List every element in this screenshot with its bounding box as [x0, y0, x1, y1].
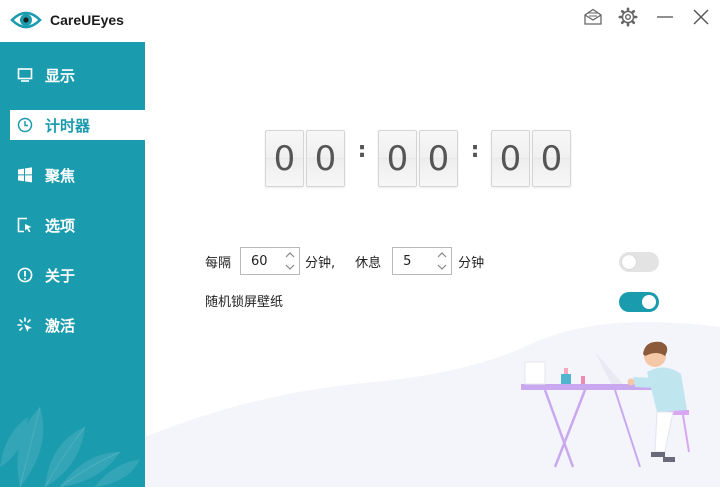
rest-label: 休息	[355, 255, 382, 271]
minimize-icon	[657, 16, 673, 18]
wallpaper-toggle[interactable]	[619, 292, 659, 312]
interval-up-button[interactable]	[283, 249, 297, 261]
chevron-down-icon	[285, 264, 295, 270]
clock-digit: 0	[532, 130, 571, 187]
clock-digit: 0	[491, 130, 530, 187]
minimize-button[interactable]	[652, 6, 678, 28]
close-button[interactable]	[688, 6, 714, 28]
interval-down-button[interactable]	[283, 261, 297, 273]
leaf-decoration	[0, 406, 140, 487]
interval-row: 每隔 60 分钟, 休息 5 分钟	[205, 247, 484, 275]
rest-unit: 分钟	[458, 255, 485, 271]
sidebar-item-display[interactable]: 显示	[10, 60, 145, 90]
close-icon	[693, 9, 709, 25]
clock-digit: 0	[378, 130, 417, 187]
sparkle-icon	[16, 316, 34, 334]
sidebar-item-timer[interactable]: 计时器	[10, 110, 145, 140]
wallpaper-row: 随机锁屏壁纸	[205, 286, 283, 314]
sidebar-item-label: 激活	[45, 316, 76, 335]
chevron-up-icon	[285, 252, 295, 258]
clock-digit: 0	[419, 130, 458, 187]
clock-icon	[16, 116, 34, 134]
interval-unit: 分钟,	[305, 255, 336, 271]
rest-down-button[interactable]	[435, 261, 449, 273]
clock-separator: :	[470, 138, 480, 163]
rest-value[interactable]: 5	[403, 254, 411, 269]
sidebar-item-label: 聚焦	[45, 166, 76, 185]
eye-icon	[10, 8, 42, 32]
sidebar-item-about[interactable]: 关于	[10, 260, 145, 290]
rest-stepper[interactable]: 5	[392, 247, 453, 275]
settings-button[interactable]	[615, 6, 641, 28]
clock-digit: 0	[265, 130, 304, 187]
chevron-up-icon	[437, 252, 447, 258]
monitor-icon	[16, 66, 34, 84]
toggle-knob	[622, 255, 636, 269]
interval-value[interactable]: 60	[251, 254, 268, 269]
mail-button[interactable]	[580, 6, 606, 28]
chevron-down-icon	[437, 264, 447, 270]
clock-digit: 0	[306, 130, 345, 187]
sidebar-item-label: 计时器	[45, 116, 91, 135]
title-bar: CareUEyes	[0, 0, 720, 42]
sidebar-item-label: 关于	[45, 266, 76, 285]
interval-stepper[interactable]: 60	[240, 247, 301, 275]
app-title: CareUEyes	[50, 12, 124, 28]
rest-toggle[interactable]	[619, 252, 659, 272]
sidebar: 显示 计时器 聚焦 选项 关于 激活	[0, 42, 145, 487]
sidebar-item-label: 显示	[45, 66, 76, 85]
windows-icon	[16, 166, 34, 184]
countdown-clock: 0 0 : 0 0 : 0 0	[145, 130, 720, 190]
desk-illustration	[521, 341, 690, 468]
mail-icon	[584, 8, 602, 25]
clock-separator: :	[357, 138, 367, 163]
rest-up-button[interactable]	[435, 249, 449, 261]
sidebar-item-options[interactable]: 选项	[10, 210, 145, 240]
timer-panel: 0 0 : 0 0 : 0 0 每隔 60 分钟, 休息 5 分钟 随机锁屏壁纸	[145, 42, 720, 487]
sidebar-item-label: 选项	[45, 216, 76, 235]
app-brand: CareUEyes	[10, 8, 124, 32]
cursor-icon	[16, 216, 34, 234]
info-icon	[16, 266, 34, 284]
wallpaper-label: 随机锁屏壁纸	[205, 294, 284, 310]
toggle-knob	[642, 295, 656, 309]
gear-icon	[618, 7, 638, 27]
sidebar-item-focus[interactable]: 聚焦	[10, 160, 145, 190]
sidebar-item-activate[interactable]: 激活	[10, 310, 145, 340]
interval-label: 每隔	[205, 255, 232, 271]
